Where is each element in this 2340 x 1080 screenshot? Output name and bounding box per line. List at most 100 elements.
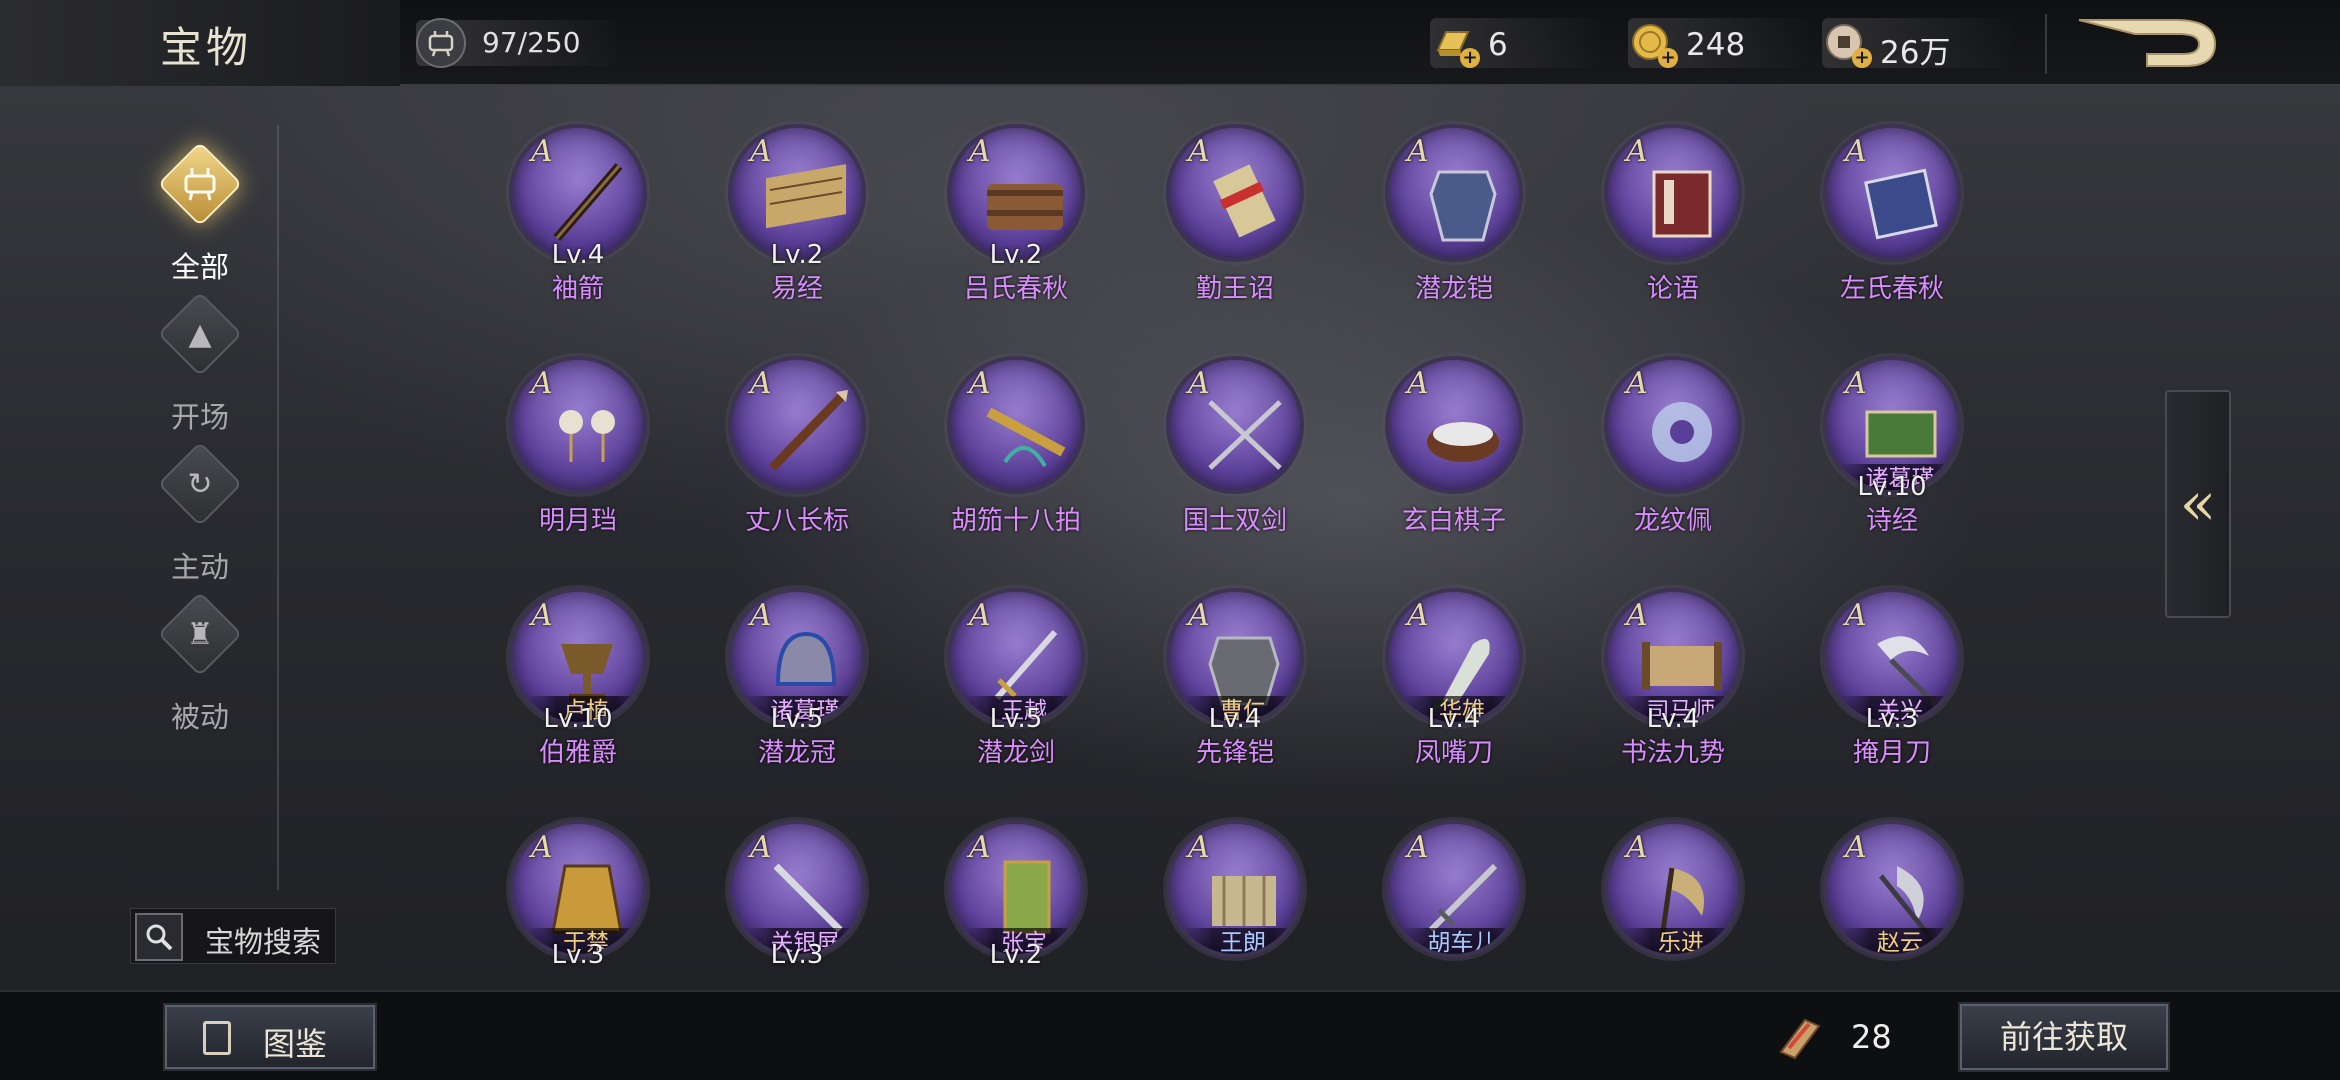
sidebar-divider: [277, 125, 279, 890]
treasure-name: 先锋铠: [1195, 738, 1274, 768]
pyramid-icon: ▲: [188, 316, 212, 352]
treasure-name: 勤王诏: [1195, 274, 1274, 304]
currency-gold-bar[interactable]: + 6: [1430, 18, 1600, 68]
treasure-portrait: A: [1604, 356, 1742, 494]
treasure-portrait: A 赵云: [1823, 820, 1961, 958]
sidebar-item-active[interactable]: ↻ 主动: [130, 440, 270, 584]
treasure-item[interactable]: A 华雄 Lv.4 凤嘴刀: [1381, 584, 1527, 794]
level-label: Lv.10: [1857, 472, 1927, 502]
treasure-item[interactable]: A Lv.4 袖箭: [505, 120, 651, 330]
grade-label: A: [1188, 830, 1210, 865]
sidebar-item-label: 主动: [170, 550, 229, 584]
collapse-panel-button[interactable]: «: [2165, 390, 2231, 618]
grade-label: A: [1626, 830, 1648, 865]
grade-label: A: [1188, 366, 1210, 401]
level-label: Lv.5: [989, 704, 1043, 734]
grade-label: A: [1845, 366, 1867, 401]
sidebar-item-label: 开场: [170, 400, 229, 434]
grade-label: A: [1407, 830, 1429, 865]
level-label: Lv.2: [989, 240, 1043, 270]
level-label: Lv.4: [1646, 704, 1700, 734]
treasure-name: 国士双剑: [1182, 506, 1287, 536]
treasure-item[interactable]: A 左氏春秋: [1819, 120, 1965, 330]
treasure-item[interactable]: A 论语: [1600, 120, 1746, 330]
sidebar-item-label: 全部: [170, 250, 229, 284]
codex-button[interactable]: 图鉴: [163, 1003, 377, 1071]
treasure-item[interactable]: A 关兴 Lv.3 掩月刀: [1819, 584, 1965, 794]
treasure-portrait: A 张宝: [947, 820, 1085, 958]
cauldron-icon: [170, 154, 230, 214]
treasure-name: 胡笳十八拍: [950, 506, 1081, 536]
treasure-portrait: A 关银屏: [728, 820, 866, 958]
treasure-portrait: A 于禁: [509, 820, 647, 958]
capacity-counter: 97/250: [416, 18, 616, 68]
treasure-item[interactable]: A 玄白棋子: [1381, 352, 1527, 562]
treasure-item[interactable]: A Lv.2 吕氏春秋: [943, 120, 1089, 330]
grade-label: A: [750, 598, 772, 633]
currency-copper[interactable]: + 26万: [1822, 18, 2012, 71]
go-obtain-button[interactable]: 前往获取: [1958, 1002, 2170, 1072]
owner-tag: 王朗: [1184, 928, 1300, 954]
level-label: Lv.4: [1427, 704, 1481, 734]
level-label: Lv.3: [770, 940, 824, 970]
treasure-name: 凤嘴刀: [1414, 738, 1493, 768]
search-label: 宝物搜索: [205, 925, 322, 959]
owner-tag: 胡车儿: [1403, 928, 1519, 954]
treasure-name: 吕氏春秋: [963, 274, 1068, 304]
sidebar-item-all[interactable]: 全部: [130, 140, 270, 284]
treasure-item[interactable]: A 诸葛瑾 Lv.10 诗经: [1819, 352, 1965, 562]
owner-tag: 赵云: [1841, 928, 1957, 954]
treasure-portrait: A 乐进: [1604, 820, 1742, 958]
treasure-item[interactable]: A 诸葛瑾 Lv.5 潜龙冠: [724, 584, 870, 794]
grade-label: A: [1188, 598, 1210, 633]
treasure-item[interactable]: A 勤王诏: [1162, 120, 1308, 330]
grade-label: A: [1626, 366, 1648, 401]
level-label: Lv.2: [989, 940, 1043, 970]
add-icon: +: [1460, 48, 1480, 68]
treasure-portrait: A: [1823, 124, 1961, 262]
owner-tag: 乐进: [1622, 928, 1738, 954]
treasure-name: 潜龙冠: [757, 738, 836, 768]
treasure-item[interactable]: A 明月珰: [505, 352, 651, 562]
swirl-icon: ↻: [187, 466, 213, 502]
grade-label: A: [1188, 134, 1210, 169]
treasure-item[interactable]: A 龙纹佩: [1600, 352, 1746, 562]
page-title: 宝物: [160, 23, 253, 72]
title-panel: 宝物: [0, 0, 400, 86]
codex-label: 图鉴: [263, 1025, 328, 1063]
treasure-portrait: A: [947, 356, 1085, 494]
grade-label: A: [969, 830, 991, 865]
treasure-item[interactable]: A 国士双剑: [1162, 352, 1308, 562]
currency-coin[interactable]: + 248: [1628, 18, 1808, 68]
book-icon: [203, 1021, 231, 1055]
grade-label: A: [750, 830, 772, 865]
level-label: Lv.5: [770, 704, 824, 734]
gold-bar-icon: +: [1430, 20, 1480, 68]
grade-label: A: [969, 134, 991, 169]
grade-label: A: [531, 366, 553, 401]
treasure-item[interactable]: A 卢植 Lv.10 伯雅爵: [505, 584, 651, 794]
back-button[interactable]: [2075, 14, 2225, 74]
treasure-search-button[interactable]: 宝物搜索: [130, 908, 336, 964]
ticket-icon: [1775, 1012, 1825, 1062]
treasure-item[interactable]: A 丈八长标: [724, 352, 870, 562]
search-icon: [135, 913, 183, 961]
treasure-name: 掩月刀: [1852, 738, 1931, 768]
divider: [2045, 14, 2047, 74]
treasure-item[interactable]: A 胡笳十八拍: [943, 352, 1089, 562]
grade-label: A: [750, 134, 772, 169]
treasure-name: 龙纹佩: [1633, 506, 1712, 536]
treasure-item[interactable]: A 王越 Lv.5 潜龙剑: [943, 584, 1089, 794]
treasure-item[interactable]: A 潜龙铠: [1381, 120, 1527, 330]
treasure-item[interactable]: A Lv.2 易经: [724, 120, 870, 330]
sidebar-item-passive[interactable]: ♜ 被动: [130, 590, 270, 734]
add-icon: +: [1658, 48, 1678, 68]
treasure-item[interactable]: A 曹仁 Lv.4 先锋铠: [1162, 584, 1308, 794]
grade-label: A: [1407, 366, 1429, 401]
level-label: Lv.2: [770, 240, 824, 270]
level-label: Lv.3: [551, 940, 605, 970]
coin-icon: +: [1628, 20, 1678, 68]
level-label: Lv.10: [543, 704, 613, 734]
sidebar-item-opening[interactable]: ▲ 开场: [130, 290, 270, 434]
treasure-item[interactable]: A 司马师 Lv.4 书法九势: [1600, 584, 1746, 794]
